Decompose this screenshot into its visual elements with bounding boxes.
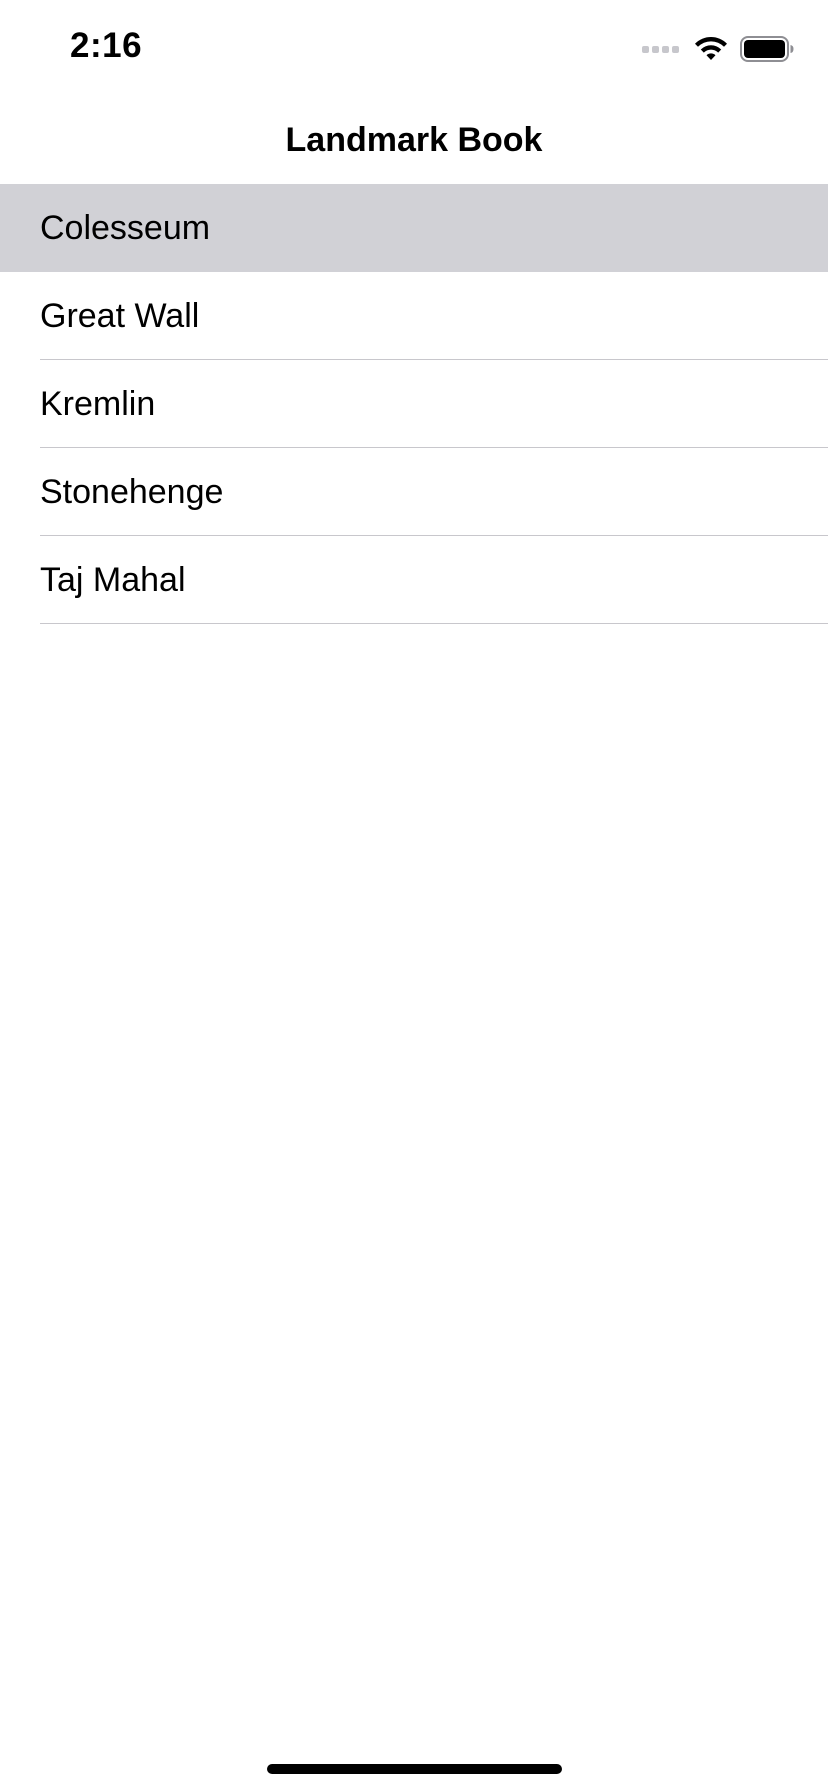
- list-item-great-wall[interactable]: Great Wall: [0, 272, 828, 360]
- home-indicator[interactable]: [267, 1764, 562, 1774]
- list-item-label: Stonehenge: [40, 472, 224, 511]
- landmark-list: Colesseum Great Wall Kremlin Stonehenge …: [0, 184, 828, 624]
- list-item-taj-mahal[interactable]: Taj Mahal: [0, 536, 828, 624]
- list-item-label: Great Wall: [40, 296, 200, 335]
- navigation-bar: Landmark Book: [0, 96, 828, 184]
- list-item-label: Kremlin: [40, 384, 156, 423]
- status-icons: [642, 34, 794, 64]
- list-item-label: Colesseum: [40, 208, 211, 247]
- list-item-label: Taj Mahal: [40, 560, 186, 599]
- list-item-stonehenge[interactable]: Stonehenge: [0, 448, 828, 536]
- status-time: 2:16: [70, 26, 143, 65]
- wifi-icon: [694, 36, 728, 62]
- cellular-signal-icon: [642, 43, 682, 55]
- list-item-colesseum[interactable]: Colesseum: [0, 184, 828, 272]
- list-item-kremlin[interactable]: Kremlin: [0, 360, 828, 448]
- status-bar: 2:16: [0, 0, 828, 96]
- battery-icon: [740, 36, 794, 62]
- page-title: Landmark Book: [285, 120, 543, 159]
